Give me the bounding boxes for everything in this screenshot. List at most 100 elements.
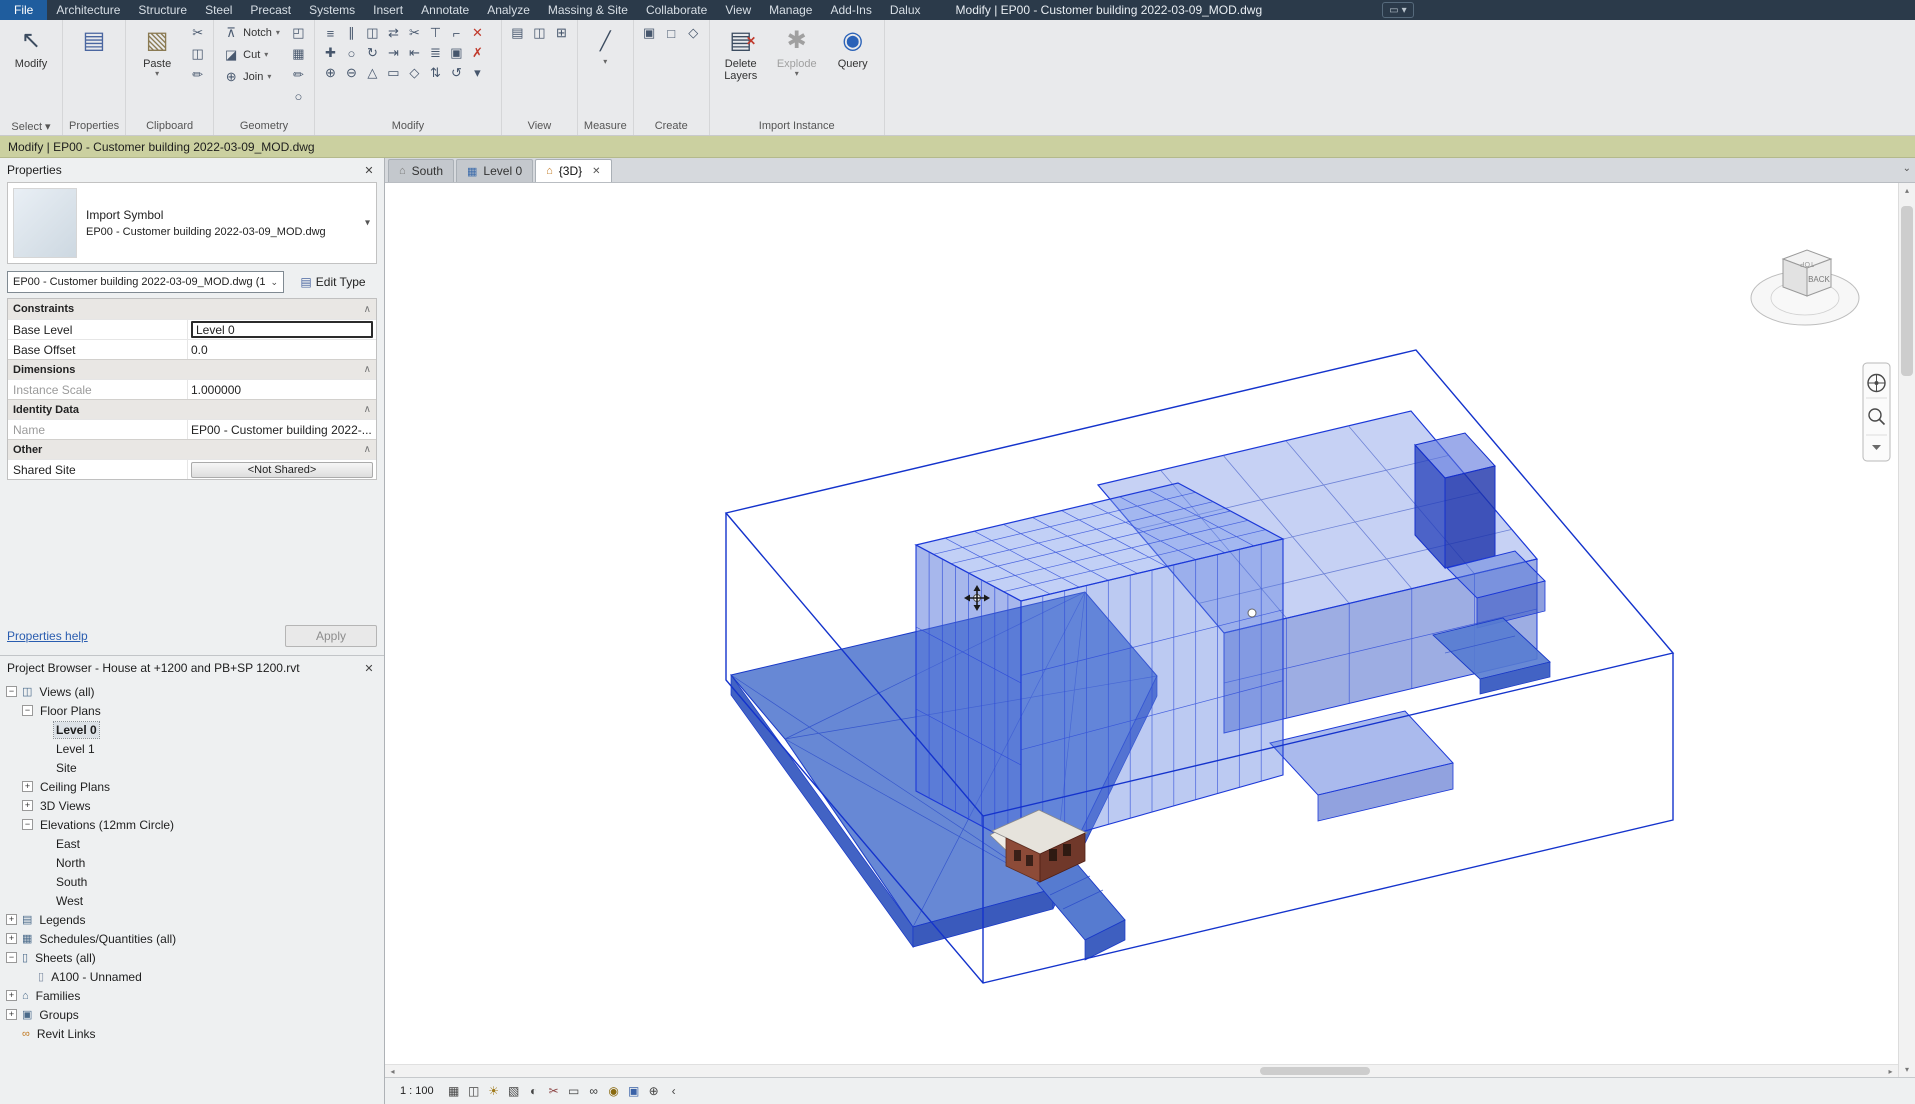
property-group-identity-data[interactable]: Identity Data∧ [8, 399, 376, 419]
delete-layers-button[interactable]: ▤ ✕ Delete Layers [715, 23, 767, 83]
shadows-control-icon[interactable]: ▧ [505, 1082, 523, 1100]
rotate-icon[interactable]: ↻ [362, 43, 383, 63]
scale-icon[interactable]: ▣ [446, 43, 467, 63]
view-tab-3d[interactable]: ⌂{3D}✕ [535, 159, 611, 182]
delete-icon[interactable]: ✕ [467, 23, 488, 43]
mirror-pick-axis-icon[interactable]: ◫ [362, 23, 383, 43]
detail-level-control-icon[interactable]: ▦ [445, 1082, 463, 1100]
swap-icon[interactable]: ⇅ [425, 63, 446, 83]
sun-path-control-icon[interactable]: ☀ [485, 1082, 503, 1100]
shared-site-button[interactable]: <Not Shared> [191, 462, 373, 478]
expander-icon[interactable]: + [6, 914, 17, 925]
rotate-center-icon[interactable]: ○ [341, 43, 362, 63]
collapse-bar-control-icon[interactable]: ‹ [665, 1082, 683, 1100]
trim-corner-icon[interactable]: ⌐ [446, 23, 467, 43]
expander-icon[interactable]: − [6, 952, 17, 963]
expander-icon[interactable]: + [22, 781, 33, 792]
infocenter-control[interactable]: ▭ ▾ [1382, 2, 1413, 18]
cut-geometry-button[interactable]: ◪Cut▾ [219, 45, 284, 65]
tree-item-elevations-12mm-circle[interactable]: −Elevations (12mm Circle) [0, 815, 384, 834]
menu-tab-architecture[interactable]: Architecture [47, 0, 129, 20]
type-selector[interactable]: EP00 - Customer building 2022-03-09_MOD.… [7, 271, 284, 293]
tree-item-groups[interactable]: +▣Groups [0, 1005, 384, 1024]
visual-style-control-icon[interactable]: ◫ [465, 1082, 483, 1100]
paste-button[interactable]: ▧ Paste ▾ [131, 23, 183, 79]
expander-icon[interactable]: + [22, 800, 33, 811]
property-value-field[interactable]: Level 0 [191, 321, 373, 338]
menu-tab-view[interactable]: View [716, 0, 760, 20]
panel-label-properties[interactable]: Properties [63, 117, 125, 135]
property-group-constraints[interactable]: Constraints∧ [8, 299, 376, 319]
menu-tab-massing-site[interactable]: Massing & Site [539, 0, 637, 20]
trim-extend-multiple-icon[interactable]: ⇤ [404, 43, 425, 63]
temporary-hide-control-icon[interactable]: ∞ [585, 1082, 603, 1100]
panel-label-select[interactable]: Select ▾ [0, 117, 62, 135]
viewcube[interactable]: TOP BACK [1751, 250, 1859, 325]
paint-icon[interactable]: ✏ [288, 65, 309, 85]
glass-hall[interactable] [916, 483, 1283, 849]
vertical-scrollbar[interactable]: ▴ ▾ [1898, 183, 1915, 1077]
query-button[interactable]: ◉ Query [827, 23, 879, 71]
tree-item-3d-views[interactable]: +3D Views [0, 796, 384, 815]
menu-tab-systems[interactable]: Systems [300, 0, 364, 20]
properties-toggle-button[interactable]: ▤ [68, 23, 120, 59]
view-tab-south[interactable]: ⌂South [388, 159, 454, 182]
menu-tab-precast[interactable]: Precast [241, 0, 300, 20]
edit-type-button[interactable]: ▤ Edit Type [289, 271, 377, 293]
apply-button[interactable]: Apply [285, 625, 377, 647]
split-element-icon[interactable]: ✂ [404, 23, 425, 43]
property-value[interactable]: <Not Shared> [188, 460, 376, 479]
move-icon[interactable]: ✚ [320, 43, 341, 63]
horizontal-scrollbar[interactable]: ◂ ▸ [385, 1064, 1898, 1077]
tab-overflow-icon[interactable]: ⌄ [1903, 163, 1911, 174]
property-group-other[interactable]: Other∧ [8, 439, 376, 459]
tree-item-families[interactable]: +⌂Families [0, 986, 384, 1005]
property-value[interactable]: 0.0 [188, 340, 376, 359]
close-icon[interactable]: ✕ [361, 662, 377, 675]
menu-tab-structure[interactable]: Structure [129, 0, 196, 20]
array-icon[interactable]: ≣ [425, 43, 446, 63]
properties-help-link[interactable]: Properties help [7, 629, 88, 643]
tree-item-level-0[interactable]: Level 0 [0, 720, 384, 739]
menu-tab-analyze[interactable]: Analyze [478, 0, 539, 20]
menu-tab-add-ins[interactable]: Add-Ins [821, 0, 880, 20]
vscroll-thumb[interactable] [1901, 206, 1913, 376]
rendering-control-icon[interactable]: ◐ [525, 1082, 543, 1100]
rotate-alt-icon[interactable]: ◇ [404, 63, 425, 83]
scroll-down-icon[interactable]: ▾ [1905, 1062, 1909, 1077]
expander-icon[interactable]: − [6, 686, 17, 697]
property-group-dimensions[interactable]: Dimensions∧ [8, 359, 376, 379]
tree-item-east[interactable]: East [0, 834, 384, 853]
type-preview-box[interactable]: Import Symbol EP00 - Customer building 2… [7, 182, 377, 264]
pin-icon[interactable]: ⊕ [320, 63, 341, 83]
property-value[interactable]: 1.000000 [188, 380, 376, 399]
tree-item-floor-plans[interactable]: −Floor Plans [0, 701, 384, 720]
tree-item-legends[interactable]: +▤Legends [0, 910, 384, 929]
scale-graphical-icon[interactable]: △ [362, 63, 383, 83]
close-inactive-views-icon[interactable]: ◫ [529, 23, 550, 43]
create-similar-icon[interactable]: ▣ [639, 23, 660, 43]
close-icon[interactable]: ✕ [361, 164, 377, 177]
menu-tab-manage[interactable]: Manage [760, 0, 821, 20]
menu-tab-collaborate[interactable]: Collaborate [637, 0, 716, 20]
cut-to-clipboard-icon[interactable]: ✂ [187, 23, 208, 43]
join-geometry-button[interactable]: ⊕Join▾ [219, 67, 284, 87]
view-tab-level-0[interactable]: ▦Level 0 [456, 159, 533, 182]
beam-coping-icon[interactable]: ▦ [288, 44, 309, 64]
tree-item-revit-links[interactable]: ∞Revit Links [0, 1024, 384, 1043]
copy-geometry-icon[interactable]: ◰ [288, 23, 309, 43]
undo-geometry-icon[interactable]: ↺ [446, 63, 467, 83]
property-value[interactable]: Level 0 [188, 320, 376, 339]
view-scale-control[interactable]: 1 : 100 [393, 1082, 441, 1100]
more-modify-tools-icon[interactable]: ▾ [467, 63, 488, 83]
scroll-up-icon[interactable]: ▴ [1905, 183, 1909, 198]
expander-icon[interactable]: + [6, 1009, 17, 1020]
expander-icon[interactable]: − [22, 705, 33, 716]
expander-icon[interactable]: − [22, 819, 33, 830]
scroll-right-icon[interactable]: ▸ [1883, 1067, 1898, 1076]
create-group-icon[interactable]: □ [661, 23, 682, 43]
reveal-hidden-control-icon[interactable]: ◉ [605, 1082, 623, 1100]
modify-button[interactable]: ↖ Modify [5, 23, 57, 71]
delete-alt-icon[interactable]: ✗ [467, 43, 488, 63]
tile-views-icon[interactable]: ⊞ [551, 23, 572, 43]
